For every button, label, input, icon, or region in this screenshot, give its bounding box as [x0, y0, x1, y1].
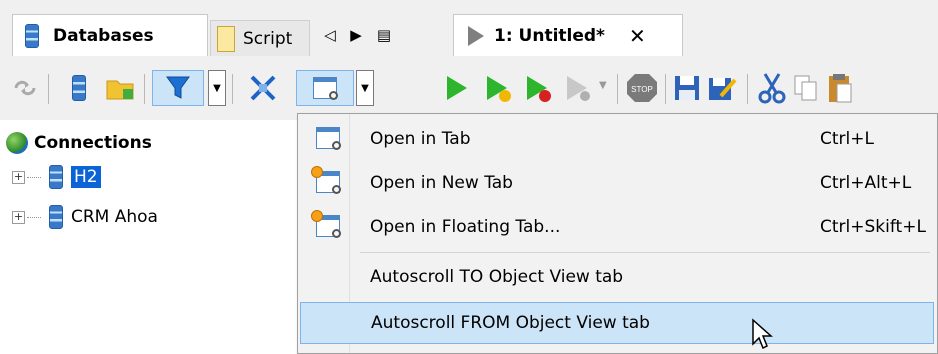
- sync-button[interactable]: [8, 70, 42, 106]
- copy-icon[interactable]: [793, 74, 819, 102]
- run-disabled-icon[interactable]: [563, 74, 593, 102]
- tree-root-connections[interactable]: Connections: [6, 128, 152, 158]
- run-step-icon[interactable]: [483, 74, 513, 102]
- mouse-cursor-icon: [752, 318, 773, 350]
- menu-item-open-in-floating-tab[interactable]: Open in Floating Tab... Ctrl+Skift+L: [300, 206, 934, 248]
- menu-item-shortcut: Ctrl+Alt+L: [820, 173, 912, 193]
- tab-list-button[interactable]: ▤: [372, 22, 396, 48]
- save-as-icon[interactable]: [707, 74, 737, 102]
- tab-script-label: Script: [243, 28, 293, 49]
- svg-text:STOP: STOP: [631, 85, 653, 94]
- left-toolbar: ▼ ▼: [0, 64, 421, 112]
- object-view-icon: [313, 77, 338, 100]
- expand-icon[interactable]: +: [12, 210, 25, 224]
- collapse-icon: [250, 75, 276, 101]
- database-icon: [49, 205, 63, 229]
- menu-item-label: Open in New Tab: [370, 173, 513, 193]
- editor-toolbar: ▼ STOP: [421, 64, 938, 112]
- menu-item-label: Autoscroll FROM Object View tab: [371, 313, 650, 333]
- menu-item-autoscroll-to[interactable]: Autoscroll TO Object View tab: [300, 256, 934, 298]
- collapse-all-button[interactable]: [242, 70, 284, 106]
- tab-untitled-label: 1: Untitled*: [494, 25, 605, 46]
- open-tab-icon: [316, 127, 341, 150]
- tab-databases-label: Databases: [53, 25, 154, 46]
- run-icon[interactable]: [443, 74, 469, 102]
- open-floating-tab-icon: [311, 210, 341, 238]
- tab-prev-button[interactable]: ◁: [318, 22, 342, 48]
- filter-icon: [166, 76, 190, 99]
- save-icon[interactable]: [673, 74, 701, 102]
- object-view-dropdown-arrow[interactable]: ▼: [356, 70, 374, 106]
- cut-icon[interactable]: [757, 72, 787, 104]
- new-folder-button[interactable]: [102, 70, 138, 106]
- tree-item-label: H2: [71, 166, 101, 188]
- tree-item-label: CRM Ahoa: [71, 207, 158, 227]
- menu-item-open-in-tab[interactable]: Open in Tab Ctrl+L: [300, 118, 934, 160]
- filter-button[interactable]: [152, 70, 204, 106]
- menu-separator: [360, 252, 930, 253]
- tab-script[interactable]: Script: [210, 20, 310, 56]
- database-icon: [25, 23, 39, 48]
- add-database-icon: [72, 75, 86, 101]
- stop-icon[interactable]: STOP: [625, 72, 659, 104]
- menu-item-shortcut: Ctrl+L: [820, 129, 874, 149]
- tab-next-button[interactable]: ▶: [344, 22, 368, 48]
- close-tab-icon[interactable]: ✕: [629, 24, 646, 48]
- tab-databases[interactable]: Databases: [12, 14, 208, 56]
- menu-item-label: Open in Floating Tab...: [370, 217, 561, 237]
- run-stop-icon[interactable]: [523, 74, 553, 102]
- menu-item-open-in-new-tab[interactable]: Open in New Tab Ctrl+Alt+L: [300, 162, 934, 204]
- open-new-tab-icon: [311, 166, 341, 194]
- tab-untitled[interactable]: 1: Untitled* ✕: [453, 14, 683, 56]
- tree-item-crm-ahoa[interactable]: + CRM Ahoa: [12, 202, 158, 232]
- add-database-button[interactable]: [62, 70, 96, 106]
- filter-dropdown-arrow[interactable]: ▼: [208, 70, 226, 106]
- menu-item-shortcut: Ctrl+Skift+L: [820, 217, 926, 237]
- menu-item-label: Autoscroll TO Object View tab: [370, 267, 624, 287]
- paste-icon[interactable]: [827, 72, 853, 104]
- menu-item-autoscroll-from[interactable]: Autoscroll FROM Object View tab: [300, 302, 934, 344]
- script-icon: [217, 25, 235, 52]
- script-tab-icon: [468, 25, 484, 46]
- object-view-menu: Open in Tab Ctrl+L Open in New Tab Ctrl+…: [297, 113, 938, 354]
- object-view-button[interactable]: [296, 70, 354, 106]
- expand-icon[interactable]: +: [12, 170, 25, 184]
- tree-item-h2[interactable]: + H2: [12, 162, 101, 192]
- sync-icon: [14, 80, 36, 96]
- folder-add-icon: [106, 80, 134, 100]
- globe-icon: [6, 132, 28, 154]
- menu-item-label: Open in Tab: [370, 129, 471, 149]
- run-dropdown-arrow[interactable]: ▼: [599, 80, 607, 91]
- left-tabstrip: Databases Script ◁ ▶ ▤: [0, 0, 421, 56]
- database-icon: [49, 165, 63, 189]
- tree-root-label: Connections: [34, 133, 152, 153]
